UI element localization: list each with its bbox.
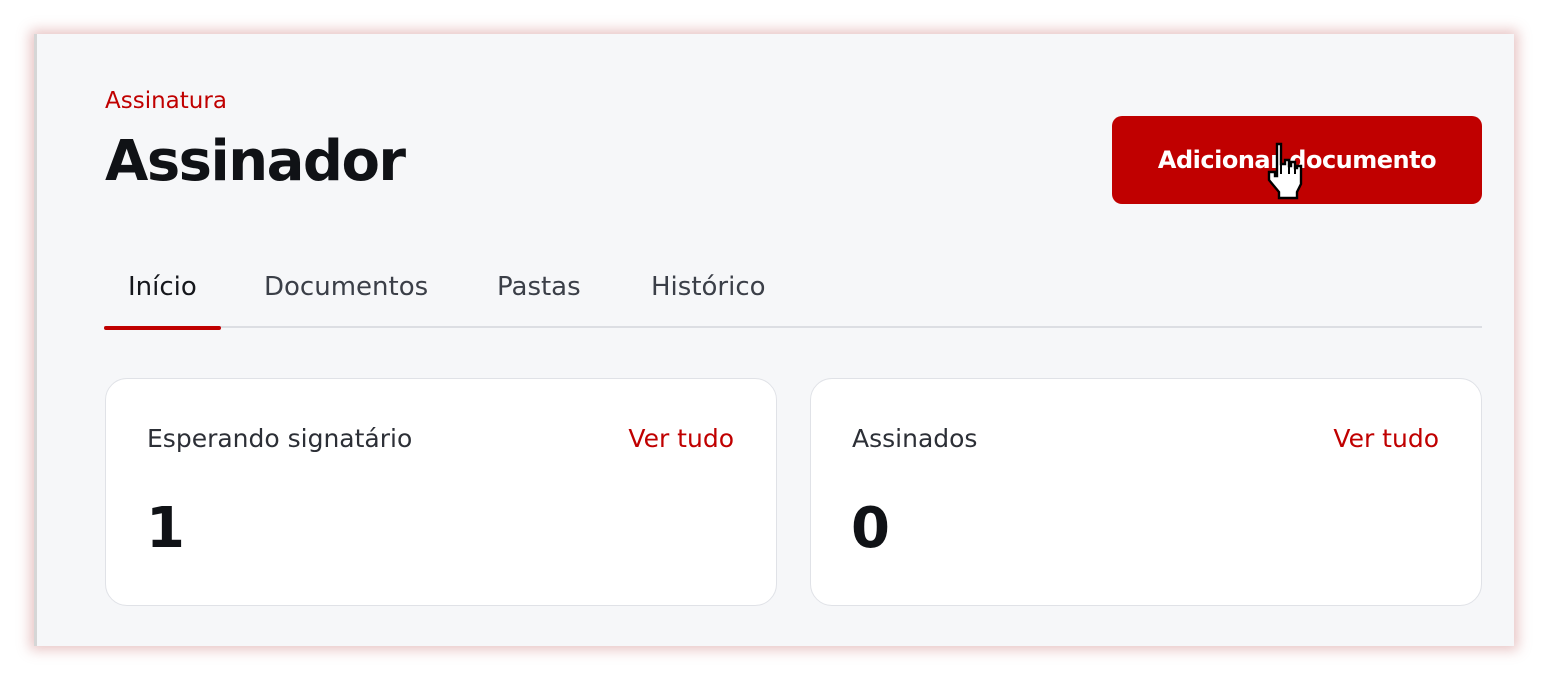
- view-all-link[interactable]: Ver tudo: [1333, 426, 1439, 451]
- card-label: Assinados: [852, 424, 978, 453]
- tab-historico[interactable]: Histórico: [651, 266, 766, 328]
- stat-card-waiting: Esperando signatário Ver tudo 1: [105, 378, 777, 606]
- stat-card-signed: Assinados Ver tudo 0: [810, 378, 1482, 606]
- view-all-link[interactable]: Ver tudo: [628, 426, 734, 451]
- card-label: Esperando signatário: [147, 424, 413, 453]
- tab-pastas[interactable]: Pastas: [497, 266, 581, 328]
- hand-pointer-icon: [1267, 142, 1303, 200]
- card-value: 0: [851, 496, 890, 561]
- tab-documentos[interactable]: Documentos: [264, 266, 428, 328]
- app-panel: Assinatura Assinador Adicionar documento…: [34, 34, 1514, 646]
- tab-inicio[interactable]: Início: [104, 266, 221, 330]
- tab-bar: Início Documentos Pastas Histórico: [104, 266, 1482, 330]
- breadcrumb[interactable]: Assinatura: [105, 90, 227, 113]
- page-title: Assinador: [105, 129, 406, 194]
- card-value: 1: [146, 496, 185, 561]
